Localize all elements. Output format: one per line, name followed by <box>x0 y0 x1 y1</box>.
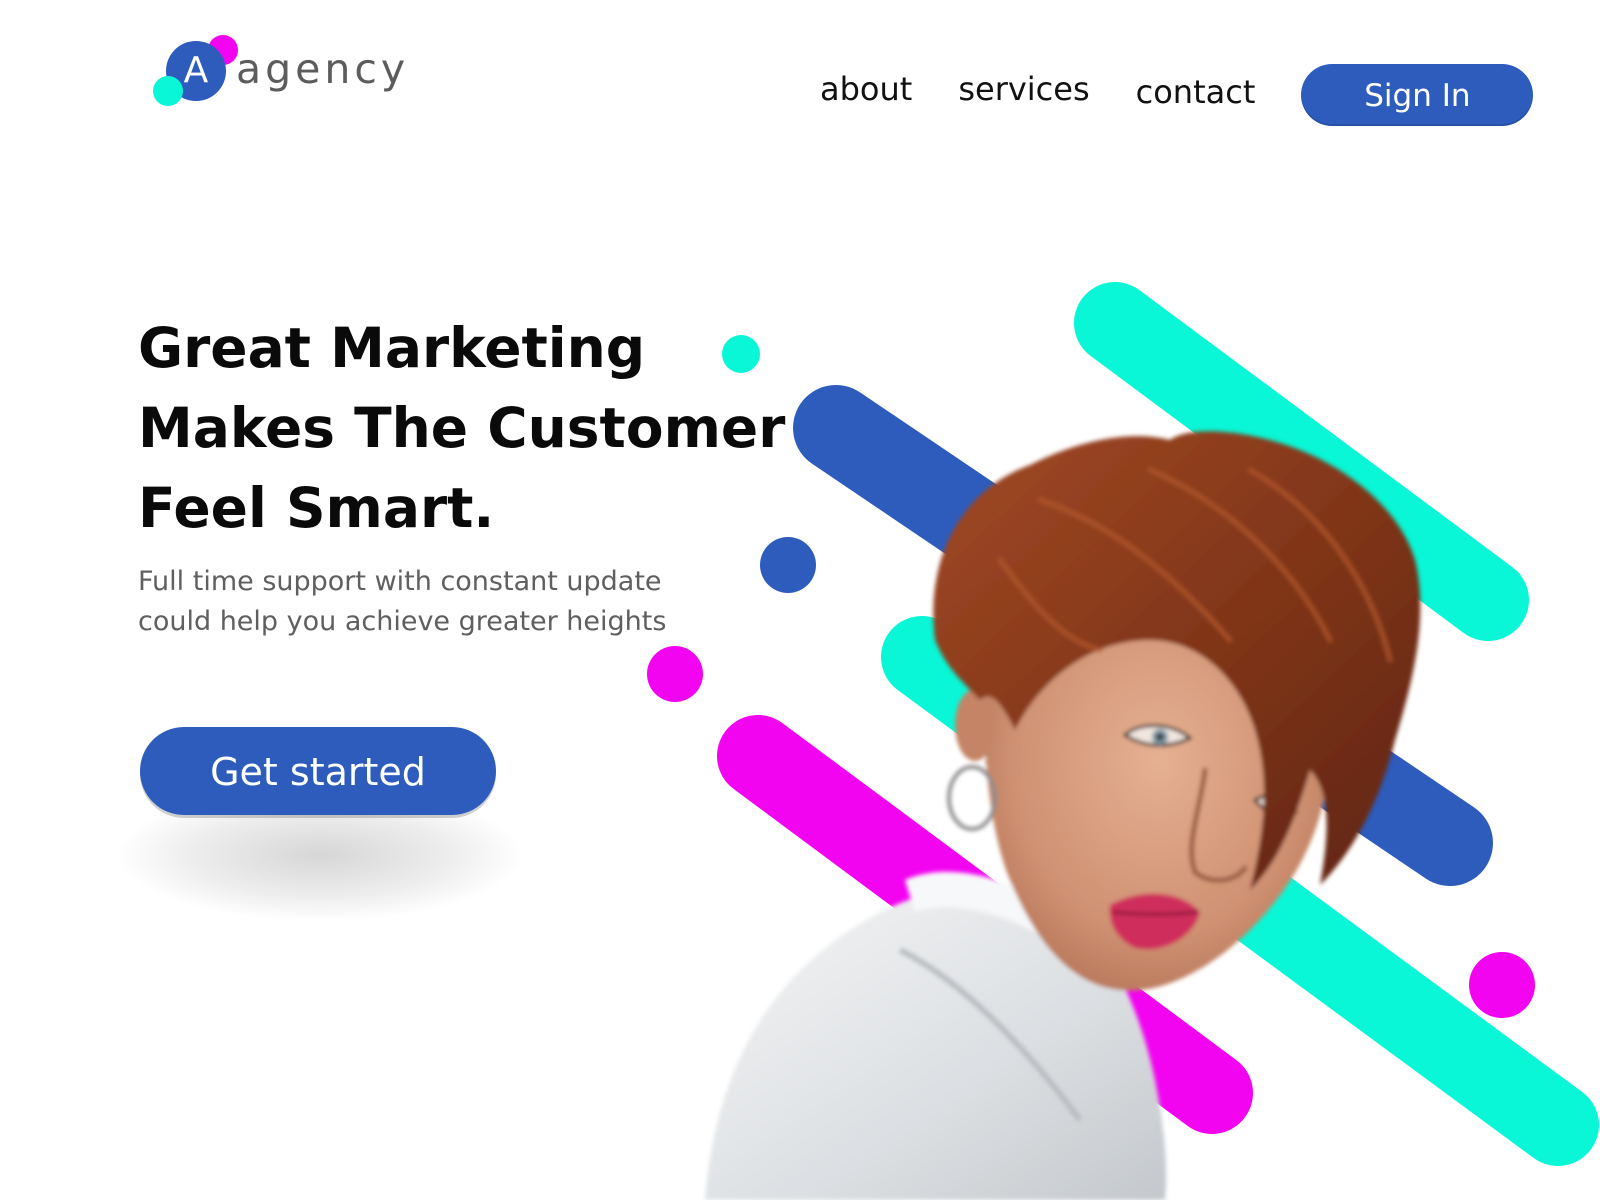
nav-contact[interactable]: contact <box>1136 69 1256 115</box>
eye-right <box>1252 795 1299 817</box>
lips <box>1109 893 1200 950</box>
face <box>985 571 1330 991</box>
dot-magenta-left <box>647 646 703 702</box>
stripe-cyan-bottom <box>881 616 1599 1166</box>
stripe-magenta <box>717 715 1253 1134</box>
hero-subtitle-line-1: Full time support with constant update <box>138 566 662 597</box>
hero-title-line-2: Makes The Customer <box>138 396 786 460</box>
eye-left <box>1122 724 1193 747</box>
get-started-button[interactable]: Get started <box>140 727 496 815</box>
logo-dot-cyan <box>153 76 183 106</box>
hero-subtitle-line-2: could help you achieve greater heights <box>138 606 667 637</box>
stripe-blue-long <box>793 385 1493 886</box>
earring-hoop <box>947 765 997 831</box>
brand-name: agency <box>236 45 410 93</box>
stripe-cyan-top <box>1074 282 1529 641</box>
ear <box>955 689 995 761</box>
hero-subtitle: Full time support with constant update c… <box>138 562 698 642</box>
shirt-collar <box>905 871 1055 935</box>
nose <box>1189 767 1248 883</box>
nav-about[interactable]: about <box>820 66 912 112</box>
hair-strands <box>997 467 1393 663</box>
hero-title-line-3: Feel Smart. <box>138 476 495 540</box>
dot-magenta-right <box>1469 952 1535 1018</box>
brand-logo[interactable]: A agency <box>150 32 410 112</box>
sign-in-button[interactable]: Sign In <box>1301 64 1534 126</box>
main-nav: about services contact Sign In <box>820 58 1534 126</box>
neck <box>985 760 1160 930</box>
hero-title: Great Marketing Makes The Customer Feel … <box>138 308 786 548</box>
nav-services[interactable]: services <box>958 66 1089 112</box>
shirt-fold <box>898 947 1083 1122</box>
shirt <box>705 885 1167 1200</box>
hero-title-line-1: Great Marketing <box>138 316 646 380</box>
hair <box>933 431 1421 890</box>
model-portrait <box>705 431 1421 1200</box>
